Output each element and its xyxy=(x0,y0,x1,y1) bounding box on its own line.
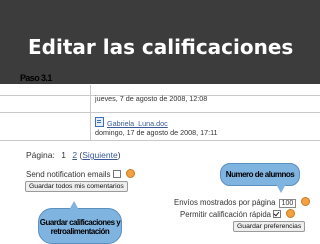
quick-grade-label: Permitir calificación rápida xyxy=(180,210,271,219)
slide-title: Editar las calificaciones xyxy=(28,35,294,59)
send-notification-label: Send notification emails xyxy=(26,170,111,179)
callout-save-feedback: Guardar calificaciones y retroalimentaci… xyxy=(38,201,122,244)
quick-grade-row: Permitir calificación rápida xyxy=(180,209,296,219)
table-divider xyxy=(0,112,320,113)
attachment-row: jueves, 7 de agosto de 2008, 12:08 xyxy=(95,94,207,103)
slide-header: Editar las calificaciones Paso 3.1 xyxy=(0,0,320,84)
submission-date: jueves, 7 de agosto de 2008, 12:08 xyxy=(95,94,208,103)
help-icon[interactable] xyxy=(125,169,135,178)
submissions-per-page-row: Envíos mostrados por página 100 xyxy=(174,197,311,208)
pagination: Página: 1 2 (Siguiente) xyxy=(26,150,121,160)
save-comments-button[interactable]: Guardar todos mis comentarios xyxy=(25,181,128,192)
submissions-per-page-label: Envíos mostrados por página xyxy=(174,198,276,207)
submission-date: domingo, 17 de agosto de 2008, 17:11 xyxy=(95,128,218,137)
step-label: Paso 3.1 xyxy=(20,73,52,83)
table-column-divider xyxy=(90,85,91,140)
next-page-link[interactable]: Siguiente xyxy=(82,150,117,160)
callout-number-of-students: Numero de alumnos xyxy=(220,163,300,193)
attachment-link[interactable]: Gabriela_Luna.doc xyxy=(107,119,168,128)
send-notification-checkbox[interactable] xyxy=(112,170,121,178)
help-icon[interactable] xyxy=(286,209,296,218)
page-current: 1 xyxy=(61,150,66,160)
table-divider xyxy=(0,140,320,141)
document-icon xyxy=(95,117,104,127)
help-icon[interactable] xyxy=(301,197,311,206)
page-link-2[interactable]: 2 xyxy=(72,150,77,160)
attachment-row: Gabriela_Luna.doc domingo, 17 de agosto … xyxy=(95,117,218,137)
save-preferences-button[interactable]: Guardar preferencias xyxy=(233,221,306,232)
submissions-per-page-input[interactable]: 100 xyxy=(278,199,297,208)
pagination-label: Página: xyxy=(26,150,55,160)
send-notification-row: Send notification emails xyxy=(26,169,135,179)
quick-grade-checkbox[interactable] xyxy=(273,210,282,218)
